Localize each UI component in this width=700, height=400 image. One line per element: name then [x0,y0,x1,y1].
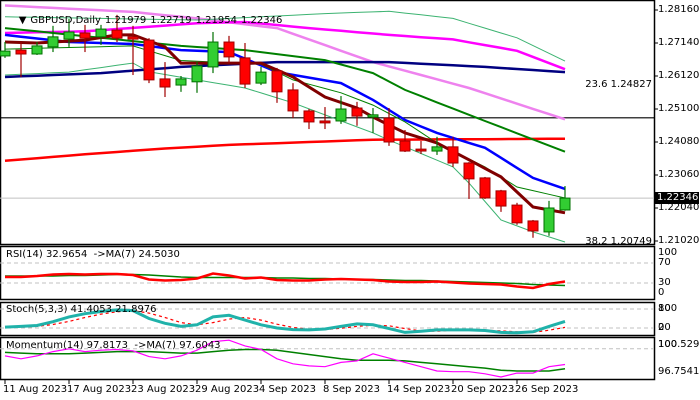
candle [255,66,267,86]
candle [143,38,155,84]
bullish-candle-body [175,78,187,86]
date-axis-label: 4 Sep 2023 [259,384,317,395]
dropdown-triangle-icon[interactable]: ▼ [19,15,27,26]
bearish-candle-body [463,162,475,180]
open-price: 1.21979 [104,15,147,26]
bearish-candle-body [511,204,523,224]
date-axis-label: 11 Aug 2023 [3,384,68,395]
low-price: 1.21954 [195,15,237,26]
bearish-candle-body [15,49,27,55]
candle [543,200,555,236]
main-price-panel [0,4,654,243]
date-axis-label: 20 Sep 2023 [451,384,515,395]
bullish-candle-body [335,108,347,122]
rsi-panel [0,262,654,290]
candle [271,67,283,103]
price-axis-label: 1.27140 [658,36,700,48]
bullish-candle-body [543,207,555,233]
red-long-ma-line [4,137,565,163]
candle [479,176,491,199]
candle [527,219,539,238]
date-axis-label: 14 Sep 2023 [387,384,451,395]
bearish-candle-body [159,78,171,88]
momentum-axis-label: 96.7541 [658,365,700,377]
bullish-candle-body [431,146,443,152]
candle [511,202,523,225]
bearish-candle-body [143,39,155,81]
lower-band-line [4,62,566,243]
candle [463,162,475,199]
bullish-candle-body [559,197,571,211]
bullish-candle-body [367,114,379,118]
candle [15,42,27,77]
high-price: 1.22719 [150,15,192,26]
bearish-candle-body [303,110,315,123]
bearish-candle-body [415,148,427,152]
candle [191,62,203,93]
current-price-badge: 1.22346 [655,192,699,204]
bullish-candle-body [207,41,219,68]
stoch-axis-label: 80 [658,302,671,314]
bearish-candle-body [271,70,283,93]
date-axis-label: 29 Aug 2023 [195,384,260,395]
bearish-candle-body [527,220,539,232]
candle [223,35,235,64]
trading-chart: ▼ GBPUSD,Daily 1.21979 1.22719 1.21954 1.2234… [0,0,700,400]
bearish-candle-body [447,146,459,164]
fib-236-label: 23.6 1.24827 [585,79,652,90]
candle [287,83,299,119]
bearish-candle-body [495,190,507,207]
price-axis-label: 1.24080 [658,135,700,147]
bearish-candle-body [127,36,139,40]
bearish-candle-body [239,57,251,85]
momentum-ma-line [4,348,566,372]
bullish-candle-body [191,65,203,83]
stoch-axis-label: 0 [658,322,665,333]
bullish-candle-body [0,50,11,57]
momentum-label: Momentum(14) 97.8173 ->MA(7) 97.6043 [6,340,221,351]
rsi-label: RSI(14) 32.9654 ->MA(7) 24.5030 [6,249,180,260]
middle-band-line [4,45,566,199]
price-axis-label: 1.28160 [658,3,700,15]
candle [447,136,459,167]
bearish-candle-body [223,41,235,58]
momentum-axis-label: 100.529 [658,338,700,350]
candle [495,189,507,212]
bullish-candle-body [47,36,59,48]
bearish-candle-body [351,107,363,117]
symbol-timeframe: GBPUSD,Daily [30,15,101,26]
bearish-candle-body [383,117,395,143]
rsi-axis-label: 0 [658,287,665,298]
rsi-axis-label: 70 [658,257,671,268]
stoch-label: Stoch(5,3,3) 41.4053 21.8976 [6,304,157,315]
chart-title: ▼ GBPUSD,Daily 1.21979 1.22719 1.21954 1.2234… [6,4,286,37]
candle [175,75,187,92]
price-axis-label: 1.25100 [658,102,700,114]
bearish-candle-body [287,89,299,112]
bearish-candle-body [399,140,411,152]
price-axis-label: 1.23060 [658,168,700,180]
candle [559,186,571,211]
candle [207,31,219,74]
date-axis-label: 8 Sep 2023 [323,384,381,395]
candle [303,108,315,130]
date-axis-label: 23 Aug 2023 [131,384,196,395]
candle [0,42,11,58]
bearish-candle-body [319,120,331,124]
price-axis-label: 1.21020 [658,234,700,246]
candle [383,108,395,146]
bullish-candle-body [31,45,43,55]
price-axis-label: 1.26120 [658,69,700,81]
fib-382-label: 38.2 1.20749 [585,236,652,244]
close-price: 1.22346 [241,15,283,26]
bearish-candle-body [479,177,491,199]
date-axis-label: 26 Sep 2023 [515,384,579,395]
bullish-candle-body [255,71,267,84]
date-axis-label: 17 Aug 2023 [67,384,132,395]
